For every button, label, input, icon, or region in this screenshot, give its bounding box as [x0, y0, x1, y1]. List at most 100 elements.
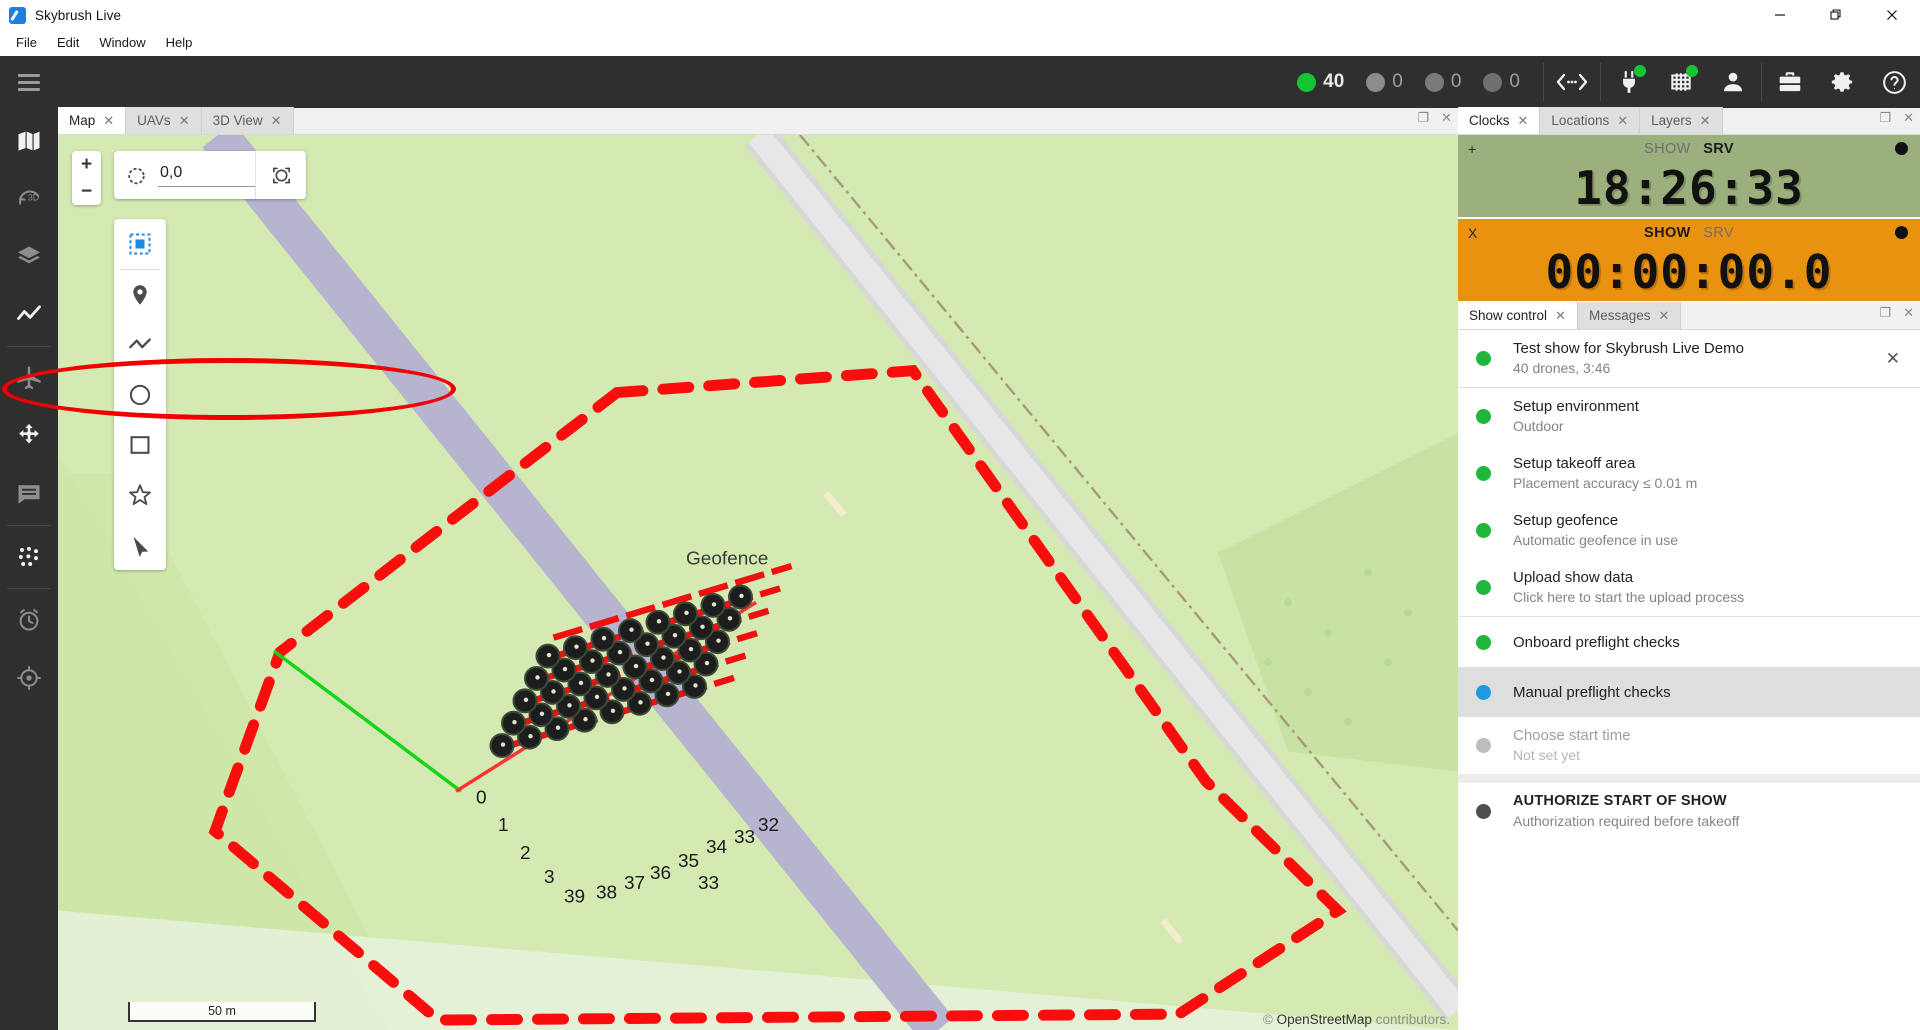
rail-item-map[interactable]	[0, 112, 58, 170]
status-chip-error[interactable]: 0	[1414, 71, 1473, 93]
show-step-row[interactable]: Setup environment Outdoor	[1458, 388, 1920, 445]
rail-item-move-control[interactable]	[0, 407, 58, 465]
maximize-restore-button[interactable]	[1808, 0, 1864, 30]
tab-show-control[interactable]: Show control ✕	[1458, 302, 1578, 329]
map-rotation-field[interactable]	[158, 161, 255, 189]
drone-label: 39	[564, 887, 585, 908]
tab-messages-close-icon[interactable]: ✕	[1658, 308, 1669, 324]
status-count-offline: 0	[1509, 71, 1520, 92]
tab-3d-view-label: 3D View	[212, 113, 263, 128]
tab-layers-close-icon[interactable]: ✕	[1700, 113, 1711, 129]
map-draw-tools	[114, 219, 166, 570]
map-pin-icon[interactable]	[114, 270, 166, 320]
close-window-button[interactable]	[1864, 0, 1920, 30]
rail-item-uav-flight[interactable]	[0, 349, 58, 407]
drone-marker-core	[555, 725, 561, 730]
tab-locations[interactable]: Locations ✕	[1540, 107, 1641, 134]
power-plug-icon[interactable]	[1603, 56, 1655, 108]
rail-item-locate[interactable]	[0, 649, 58, 707]
rotation-reset-icon[interactable]	[114, 164, 158, 187]
toolbar-divider	[1600, 63, 1601, 101]
gear-icon[interactable]	[1816, 56, 1868, 108]
status-dot-warning	[1366, 72, 1386, 92]
star-polygon-icon[interactable]	[114, 470, 166, 520]
tab-3d-view[interactable]: 3D View ✕	[201, 107, 294, 134]
show-step-row[interactable]: Choose start time Not set yet	[1458, 717, 1920, 774]
clear-show-icon[interactable]: ✕	[1880, 349, 1906, 369]
tab-uavs-close-icon[interactable]: ✕	[179, 113, 190, 129]
beacon-grid-icon[interactable]	[1655, 56, 1707, 108]
circle-icon[interactable]	[114, 370, 166, 420]
status-chip-offline[interactable]: 0	[1472, 71, 1531, 93]
connection-arrows-icon[interactable]	[1546, 56, 1598, 108]
show-step-row[interactable]: Onboard preflight checks	[1458, 617, 1920, 667]
tab-show-control-close-icon[interactable]: ✕	[1555, 308, 1566, 324]
menu-window[interactable]: Window	[89, 32, 155, 53]
polyline-icon[interactable]	[114, 320, 166, 370]
map-panel-close-icon[interactable]: ✕	[1441, 111, 1452, 124]
tab-clocks-close-icon[interactable]: ✕	[1518, 113, 1529, 129]
clock-show[interactable]: X SHOW SRV 00:00:00.0	[1458, 219, 1920, 301]
show-step-status-dot	[1476, 684, 1491, 700]
tab-locations-close-icon[interactable]: ✕	[1617, 113, 1628, 129]
show-step-row[interactable]: Setup geofence Automatic geofence in use	[1458, 502, 1920, 559]
fit-to-screen-icon[interactable]	[256, 164, 306, 187]
help-circle-icon[interactable]	[1868, 56, 1920, 108]
attribution-osm-link[interactable]: OpenStreetMap	[1277, 1012, 1372, 1027]
briefcase-icon[interactable]	[1764, 56, 1816, 108]
drone-label: 0	[476, 787, 487, 808]
drone-label: 3	[544, 867, 555, 888]
show-panel-maximize-icon[interactable]: ❐	[1879, 306, 1891, 319]
show-step-row[interactable]: AUTHORIZE START OF SHOW Authorization req…	[1458, 783, 1920, 840]
show-title: Test show for Skybrush Live Demo	[1513, 340, 1744, 357]
show-step-status-dot	[1476, 804, 1491, 819]
rectangle-icon[interactable]	[114, 420, 166, 470]
rail-item-layers[interactable]	[0, 228, 58, 286]
clock-show-srv-label: SRV	[1703, 225, 1734, 241]
rail-item-charts[interactable]	[0, 286, 58, 344]
person-icon[interactable]	[1707, 56, 1759, 108]
show-header-row[interactable]: Test show for Skybrush Live Demo 40 dron…	[1458, 330, 1920, 387]
drone-marker-core	[684, 610, 689, 616]
rail-item-messages[interactable]	[0, 465, 58, 523]
minimize-button[interactable]	[1752, 0, 1808, 30]
drone-marker-core	[528, 733, 533, 739]
tab-uavs[interactable]: UAVs ✕	[126, 107, 202, 134]
rotation-input[interactable]	[158, 161, 255, 187]
select-box-icon[interactable]	[114, 219, 166, 269]
menu-edit[interactable]: Edit	[47, 32, 89, 53]
rail-item-3d-view[interactable]: 3D	[0, 170, 58, 228]
clocks-list: + SHOW SRV 18:26:33 X SHOW SRV 00:00:00.…	[1458, 135, 1920, 303]
clocks-panel-close-icon[interactable]: ✕	[1903, 111, 1914, 124]
show-panel-close-icon[interactable]: ✕	[1903, 306, 1914, 319]
show-step-title: Onboard preflight checks	[1513, 633, 1680, 651]
tab-messages[interactable]: Messages ✕	[1577, 302, 1682, 329]
zoom-out-button[interactable]: −	[72, 178, 101, 205]
tab-map-close-icon[interactable]: ✕	[103, 113, 114, 129]
rail-item-alarm-clock[interactable]	[0, 591, 58, 649]
show-step-status-dot	[1476, 466, 1491, 481]
toolbar-divider	[1543, 63, 1544, 101]
zoom-in-button[interactable]: +	[72, 151, 101, 178]
clock-server[interactable]: + SHOW SRV 18:26:33	[1458, 135, 1920, 217]
tab-3d-view-close-icon[interactable]: ✕	[271, 113, 282, 129]
hamburger-menu-icon[interactable]	[0, 56, 58, 108]
cursor-arrow-icon[interactable]	[114, 520, 166, 570]
rail-item-swarm[interactable]	[0, 528, 58, 586]
drone-marker-core	[693, 683, 698, 688]
map-panel: Map ✕ UAVs ✕ 3D View ✕ ❐ ✕ 0 1 2 3 39 38…	[58, 107, 1458, 1030]
status-chip-warning[interactable]: 0	[1355, 71, 1414, 93]
tab-layers[interactable]: Layers ✕	[1640, 107, 1723, 134]
drone-marker-core	[512, 720, 517, 725]
tab-map[interactable]: Map ✕	[58, 107, 127, 134]
clocks-panel-maximize-icon[interactable]: ❐	[1879, 111, 1891, 124]
map-canvas[interactable]: 0 1 2 3 39 38 37 36 35 34 33 32 33 Geofence + −	[58, 135, 1458, 1030]
tab-clocks[interactable]: Clocks ✕	[1458, 107, 1541, 134]
menu-help[interactable]: Help	[156, 32, 203, 53]
show-step-row[interactable]: Setup takeoff area Placement accuracy ≤ 0…	[1458, 445, 1920, 502]
menu-file[interactable]: File	[6, 32, 47, 53]
show-step-row[interactable]: Manual preflight checks	[1458, 667, 1920, 717]
show-step-row[interactable]: Upload show data Click here to start the …	[1458, 559, 1920, 616]
map-panel-maximize-icon[interactable]: ❐	[1417, 111, 1429, 124]
status-chip-ok[interactable]: 40	[1286, 71, 1355, 93]
